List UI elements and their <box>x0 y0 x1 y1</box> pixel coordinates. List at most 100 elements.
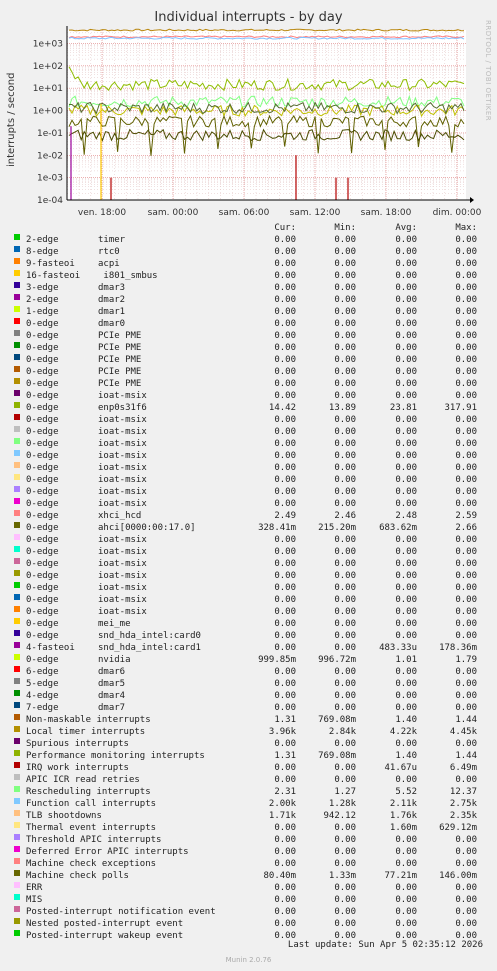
legend-label: Non-maskable interrupts <box>26 715 151 725</box>
legend-swatch <box>14 666 20 672</box>
legend-swatch <box>14 858 20 864</box>
legend-max: 0.00 <box>455 835 477 845</box>
legend-swatch <box>14 606 20 612</box>
legend-max: 0.00 <box>455 907 477 917</box>
legend-row: 0-edge nvidia 999.85m 996.72m 1.01 1.79 <box>0 654 497 666</box>
legend-cur: 999.85m <box>258 655 296 665</box>
legend-row: 8-edge rtc0 0.00 0.00 0.00 0.00 <box>0 246 497 258</box>
legend-max: 0.00 <box>455 379 477 389</box>
legend-row: 4-fasteoi snd_hda_intel:card1 0.00 0.00 483.… <box>0 642 497 654</box>
legend-label: Rescheduling interrupts <box>26 787 151 797</box>
legend-max: 0.00 <box>455 259 477 269</box>
legend-swatch <box>14 582 20 588</box>
legend-avg: 1.01 <box>395 655 417 665</box>
legend-cur: 0.00 <box>274 367 296 377</box>
legend-swatch <box>14 354 20 360</box>
legend-irq: 0-edge <box>26 379 59 389</box>
legend-min: 0.00 <box>334 475 356 485</box>
y-tick-label: 1e-01 <box>37 129 63 139</box>
legend-row: 7-edge dmar7 0.00 0.00 0.00 0.00 <box>0 702 497 714</box>
legend-swatch <box>14 462 20 468</box>
col-min: Min: <box>334 223 356 233</box>
legend-max: 0.00 <box>455 415 477 425</box>
legend-min: 0.00 <box>334 355 356 365</box>
legend-cur: 0.00 <box>274 535 296 545</box>
legend-avg: 0.00 <box>395 367 417 377</box>
y-tick-label: 1e-02 <box>37 151 63 161</box>
legend-swatch <box>14 690 20 696</box>
legend-max: 1.44 <box>455 751 477 761</box>
legend-cur: 0.00 <box>274 559 296 569</box>
legend-device: ioat-msix <box>98 475 147 485</box>
legend-avg: 0.00 <box>395 835 417 845</box>
legend-max: 2.35k <box>449 811 477 821</box>
legend-irq: 0-edge <box>26 367 59 377</box>
legend-max: 0.00 <box>455 391 477 401</box>
legend-cur: 0.00 <box>274 643 296 653</box>
legend-header: Cur: Min: Avg: Max: <box>0 222 497 234</box>
legend-device: PCIe PME <box>98 331 142 341</box>
legend-swatch <box>14 366 20 372</box>
legend-cur: 0.00 <box>274 607 296 617</box>
legend-max: 146.00m <box>439 871 477 881</box>
legend-row: Nested posted-interrupt event 0.00 0.00 0.0… <box>0 918 497 930</box>
legend-avg: 0.00 <box>395 607 417 617</box>
legend-avg: 0.00 <box>395 259 417 269</box>
legend-min: 0.00 <box>334 679 356 689</box>
legend-device: acpi <box>98 259 120 269</box>
legend-avg: 0.00 <box>395 631 417 641</box>
legend-swatch <box>14 474 20 480</box>
legend-row: Function call interrupts 2.00k 1.28k 2.11k 2… <box>0 798 497 810</box>
legend-max: 0.00 <box>455 307 477 317</box>
legend-cur: 0.00 <box>274 619 296 629</box>
legend-max: 178.36m <box>439 643 477 653</box>
legend-device: ioat-msix <box>98 583 147 593</box>
legend-min: 0.00 <box>334 895 356 905</box>
legend-avg: 0.00 <box>395 499 417 509</box>
legend-irq: 16-fasteoi <box>26 271 81 281</box>
legend-max: 2.75k <box>449 799 477 809</box>
munin-version: Munin 2.0.76 <box>225 956 272 964</box>
legend-cur: 328.41m <box>258 523 296 533</box>
legend-row: 0-edge PCIe PME 0.00 0.00 0.00 0.00 <box>0 330 497 342</box>
legend-swatch <box>14 786 20 792</box>
legend-device: PCIe PME <box>98 355 142 365</box>
legend-cur: 0.00 <box>274 235 296 245</box>
legend-device: ioat-msix <box>98 595 147 605</box>
legend-cur: 0.00 <box>274 571 296 581</box>
legend-cur: 0.00 <box>274 319 296 329</box>
legend-device: dmar4 <box>98 691 126 701</box>
legend-swatch <box>14 930 20 936</box>
legend-avg: 0.00 <box>395 247 417 257</box>
legend-row: IRQ work interrupts 0.00 0.00 41.67u 6.49m <box>0 762 497 774</box>
legend-min: 0.00 <box>334 439 356 449</box>
legend-swatch <box>14 630 20 636</box>
legend-cur: 0.00 <box>274 883 296 893</box>
legend-row: 0-edge ioat-msix 0.00 0.00 0.00 0.00 <box>0 474 497 486</box>
legend-row: 0-edge ioat-msix 0.00 0.00 0.00 0.00 <box>0 462 497 474</box>
legend-min: 0.00 <box>334 295 356 305</box>
legend-device: ioat-msix <box>98 571 147 581</box>
legend-irq: 0-edge <box>26 499 59 509</box>
legend-avg: 0.00 <box>395 319 417 329</box>
legend-swatch <box>14 378 20 384</box>
legend-min: 0.00 <box>334 331 356 341</box>
legend-avg: 41.67u <box>384 763 417 773</box>
legend-label: Thermal event interrupts <box>26 823 157 833</box>
legend-label: Deferred Error APIC interrupts <box>26 847 189 857</box>
legend-min: 0.00 <box>334 883 356 893</box>
legend-device: mei_me <box>98 619 131 629</box>
legend-min: 0.00 <box>334 391 356 401</box>
legend-max: 0.00 <box>455 283 477 293</box>
legend-row: 3-edge dmar3 0.00 0.00 0.00 0.00 <box>0 282 497 294</box>
legend-avg: 1.76k <box>389 811 417 821</box>
legend-avg: 1.40 <box>395 715 417 725</box>
legend-avg: 1.60m <box>389 823 417 833</box>
legend-max: 0.00 <box>455 343 477 353</box>
legend-avg: 0.00 <box>395 739 417 749</box>
legend-min: 0.00 <box>334 847 356 857</box>
interrupts-chart: 1e-04 1e-03 1e-02 1e-01 1e+00 1e+01 1e+02 1e+03… <box>33 26 482 218</box>
legend-avg: 0.00 <box>395 535 417 545</box>
legend-row: 2-edge timer 0.00 0.00 0.00 0.00 <box>0 234 497 246</box>
legend-row: TLB shootdowns 1.71k 942.12 1.76k 2.35k <box>0 810 497 822</box>
